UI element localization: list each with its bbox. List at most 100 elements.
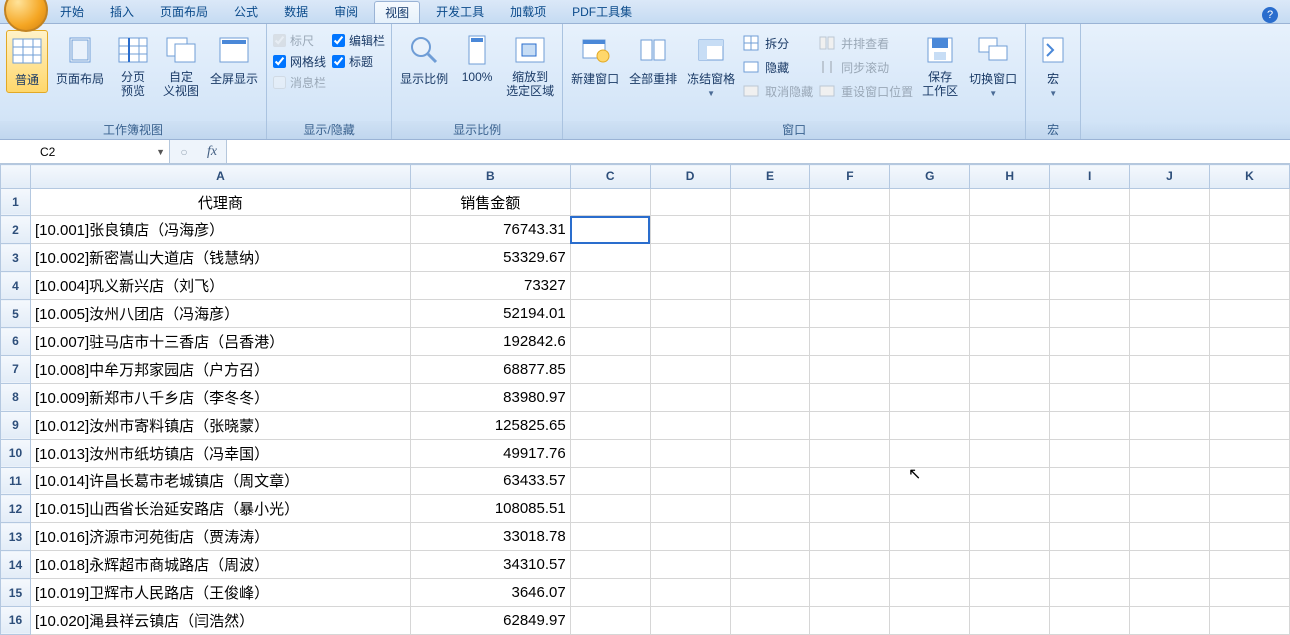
- cell-G11[interactable]: [890, 467, 970, 495]
- cell-J11[interactable]: [1130, 467, 1210, 495]
- row-head-2[interactable]: 2: [1, 216, 31, 244]
- cell-E8[interactable]: [730, 383, 810, 411]
- spreadsheet-grid[interactable]: ABCDEFGHIJK1代理商销售金额2[10.001]张良镇店（冯海彦）767…: [0, 164, 1290, 635]
- col-head-I[interactable]: I: [1050, 165, 1130, 189]
- name-box[interactable]: C2 ▼: [0, 140, 170, 163]
- cell-F14[interactable]: [810, 551, 890, 579]
- row-head-9[interactable]: 9: [1, 411, 31, 439]
- cell-B7[interactable]: 68877.85: [410, 355, 570, 383]
- cell-C9[interactable]: [570, 411, 650, 439]
- cell-I3[interactable]: [1050, 244, 1130, 272]
- zoom-100-button[interactable]: 100%: [456, 30, 498, 88]
- cell-H4[interactable]: [970, 272, 1050, 300]
- cell-J9[interactable]: [1130, 411, 1210, 439]
- cell-E13[interactable]: [730, 523, 810, 551]
- cell-A9[interactable]: [10.012]汝州市寄料镇店（张晓蒙）: [30, 411, 410, 439]
- row-head-16[interactable]: 16: [1, 606, 31, 634]
- cell-E12[interactable]: [730, 495, 810, 523]
- select-all-corner[interactable]: [1, 165, 31, 189]
- cell-A10[interactable]: [10.013]汝州市纸坊镇店（冯幸国）: [30, 439, 410, 467]
- cell-D2[interactable]: [650, 216, 730, 244]
- cell-J13[interactable]: [1130, 523, 1210, 551]
- cell-G3[interactable]: [890, 244, 970, 272]
- cell-A6[interactable]: [10.007]驻马店市十三香店（吕香港）: [30, 328, 410, 356]
- cell-B3[interactable]: 53329.67: [410, 244, 570, 272]
- cell-H1[interactable]: [970, 188, 1050, 216]
- cell-A15[interactable]: [10.019]卫辉市人民路店（王俊峰）: [30, 579, 410, 607]
- fx-icon[interactable]: fx: [198, 144, 226, 160]
- cell-F4[interactable]: [810, 272, 890, 300]
- cell-C11[interactable]: [570, 467, 650, 495]
- cell-E15[interactable]: [730, 579, 810, 607]
- cell-G5[interactable]: [890, 300, 970, 328]
- cell-A2[interactable]: [10.001]张良镇店（冯海彦）: [30, 216, 410, 244]
- cell-B16[interactable]: 62849.97: [410, 606, 570, 634]
- cell-F1[interactable]: [810, 188, 890, 216]
- tab-6[interactable]: 视图: [374, 1, 420, 23]
- col-head-A[interactable]: A: [30, 165, 410, 189]
- cell-F11[interactable]: [810, 467, 890, 495]
- save-workspace-button[interactable]: 保存工作区: [919, 30, 961, 102]
- cell-G7[interactable]: [890, 355, 970, 383]
- zoom-to-selection-button[interactable]: 缩放到 选定区域: [504, 30, 556, 102]
- cell-K16[interactable]: [1209, 606, 1289, 634]
- help-icon[interactable]: ?: [1262, 7, 1278, 23]
- row-head-15[interactable]: 15: [1, 579, 31, 607]
- cell-E7[interactable]: [730, 355, 810, 383]
- cell-D13[interactable]: [650, 523, 730, 551]
- cell-D5[interactable]: [650, 300, 730, 328]
- cell-A3[interactable]: [10.002]新密嵩山大道店（钱慧纳）: [30, 244, 410, 272]
- row-head-14[interactable]: 14: [1, 551, 31, 579]
- cell-J14[interactable]: [1130, 551, 1210, 579]
- cell-H16[interactable]: [970, 606, 1050, 634]
- cell-I6[interactable]: [1050, 328, 1130, 356]
- cell-A5[interactable]: [10.005]汝州八团店（冯海彦）: [30, 300, 410, 328]
- cell-I15[interactable]: [1050, 579, 1130, 607]
- cell-I2[interactable]: [1050, 216, 1130, 244]
- arrange-all-button[interactable]: 全部重排: [627, 30, 679, 91]
- cell-C6[interactable]: [570, 328, 650, 356]
- tab-8[interactable]: 加载项: [500, 1, 556, 23]
- cell-E9[interactable]: [730, 411, 810, 439]
- cell-K12[interactable]: [1209, 495, 1289, 523]
- zoom-button[interactable]: 显示比例: [398, 30, 450, 91]
- cell-J2[interactable]: [1130, 216, 1210, 244]
- cell-K10[interactable]: [1209, 439, 1289, 467]
- cell-H3[interactable]: [970, 244, 1050, 272]
- view-page-layout-button[interactable]: 页面布局: [54, 30, 106, 91]
- cell-D10[interactable]: [650, 439, 730, 467]
- cell-D8[interactable]: [650, 383, 730, 411]
- cell-C16[interactable]: [570, 606, 650, 634]
- cell-G2[interactable]: [890, 216, 970, 244]
- cell-C3[interactable]: [570, 244, 650, 272]
- view-page-break-button[interactable]: 分页 预览: [112, 30, 154, 102]
- cell-F5[interactable]: [810, 300, 890, 328]
- tab-4[interactable]: 数据: [274, 1, 318, 23]
- cell-A16[interactable]: [10.020]渑县祥云镇店（闫浩然）: [30, 606, 410, 634]
- cell-D7[interactable]: [650, 355, 730, 383]
- cell-I7[interactable]: [1050, 355, 1130, 383]
- cell-C1[interactable]: [570, 188, 650, 216]
- cell-D4[interactable]: [650, 272, 730, 300]
- macros-button[interactable]: 宏 ▼: [1032, 30, 1074, 102]
- cell-K8[interactable]: [1209, 383, 1289, 411]
- cell-G4[interactable]: [890, 272, 970, 300]
- cell-K7[interactable]: [1209, 355, 1289, 383]
- cell-A4[interactable]: [10.004]巩义新兴店（刘飞）: [30, 272, 410, 300]
- cell-F12[interactable]: [810, 495, 890, 523]
- view-fullscreen-button[interactable]: 全屏显示: [208, 30, 260, 91]
- cell-A7[interactable]: [10.008]中牟万邦家园店（户方召）: [30, 355, 410, 383]
- row-head-3[interactable]: 3: [1, 244, 31, 272]
- cell-C14[interactable]: [570, 551, 650, 579]
- switch-window-button[interactable]: 切换窗口 ▼: [967, 30, 1019, 102]
- chk-gridlines[interactable]: 网格线: [273, 53, 326, 70]
- cell-D3[interactable]: [650, 244, 730, 272]
- cell-I11[interactable]: [1050, 467, 1130, 495]
- cell-F15[interactable]: [810, 579, 890, 607]
- cell-K15[interactable]: [1209, 579, 1289, 607]
- cell-H6[interactable]: [970, 328, 1050, 356]
- cell-H13[interactable]: [970, 523, 1050, 551]
- cell-A12[interactable]: [10.015]山西省长治延安路店（暴小光）: [30, 495, 410, 523]
- cell-A1[interactable]: 代理商: [30, 188, 410, 216]
- cell-E5[interactable]: [730, 300, 810, 328]
